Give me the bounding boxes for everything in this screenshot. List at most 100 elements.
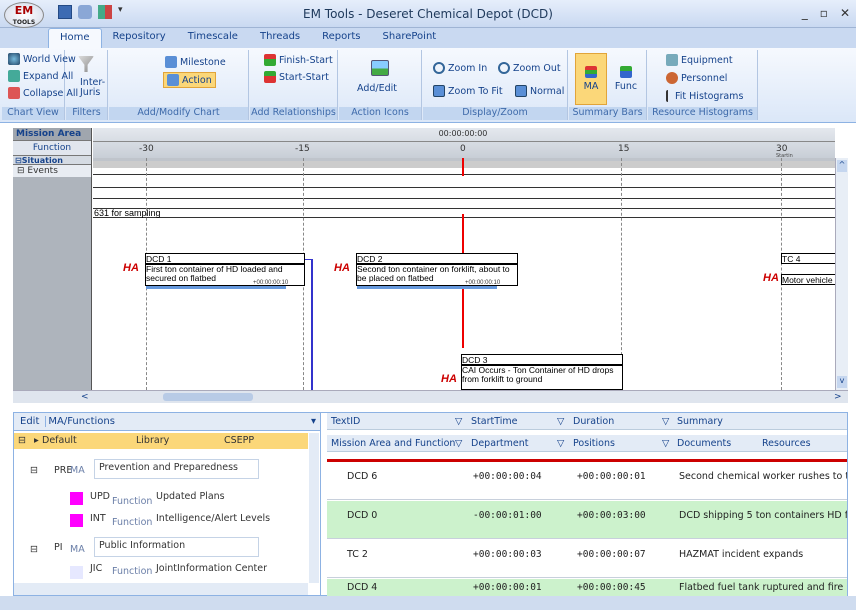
close-icon[interactable]: ✕ xyxy=(840,6,850,20)
filter-icon[interactable]: ▽ xyxy=(557,416,564,427)
table-row[interactable]: TC 2 +00:00:00:03 +00:00:00:07 HAZMAT in… xyxy=(327,540,847,578)
event-text: Motor vehicle xyxy=(782,275,833,285)
inter-juris-button[interactable]: Inter-Juris xyxy=(80,78,105,98)
event-card-dcd1-id[interactable]: DCD 1 xyxy=(145,253,305,264)
function-name[interactable]: Intelligence/Alert Levels xyxy=(156,513,270,524)
equipment-icon xyxy=(666,54,678,66)
scroll-left-icon[interactable]: < xyxy=(81,392,91,402)
milestone-icon xyxy=(165,56,177,68)
collapse-situation-icon[interactable]: ⊟ xyxy=(15,156,22,165)
tab-timescale[interactable]: Timescale xyxy=(177,28,249,48)
add-edit-button[interactable]: Add/Edit xyxy=(357,83,397,94)
events-grid: TextID ▽ StartTime ▽ Duration ▽ Summary … xyxy=(327,413,847,597)
ribbon: World View Expand All Collapse All Chart… xyxy=(0,48,856,123)
expand-icon[interactable]: ⊟ xyxy=(30,465,38,476)
function-code: UPD xyxy=(90,491,110,502)
event-card-dcd3-text[interactable]: CAI Occurs - Ton Container of HD drops f… xyxy=(461,365,623,390)
function-header[interactable]: Function xyxy=(13,141,91,156)
function-name[interactable]: Updated Plans xyxy=(156,491,225,502)
col-department[interactable]: Department xyxy=(471,438,529,449)
normal-button[interactable]: Normal xyxy=(515,85,564,97)
restore-icon[interactable]: ▫ xyxy=(820,6,828,20)
finish-start-button[interactable]: Finish-Start xyxy=(264,54,333,66)
col-resources[interactable]: Resources xyxy=(762,438,811,449)
function-code: JIC xyxy=(90,563,103,574)
filter-icon[interactable]: ▽ xyxy=(557,438,564,449)
ma-button[interactable]: MA xyxy=(575,53,607,105)
milestone-button[interactable]: Milestone xyxy=(165,56,226,68)
tab-sharepoint[interactable]: SharePoint xyxy=(372,28,448,48)
event-card-dcd2-id[interactable]: DCD 2 xyxy=(356,253,518,264)
ma-functions-dropdown[interactable]: MA/Functions xyxy=(45,416,295,427)
cell-textid: DCD 4 xyxy=(347,582,378,593)
event-id: TC 4 xyxy=(782,254,801,264)
filter-icon[interactable]: ▽ xyxy=(662,438,669,449)
collapse-events-icon[interactable]: ⊟ xyxy=(17,166,27,176)
ma-type: MA xyxy=(70,465,85,476)
mission-area-header[interactable]: Mission Area xyxy=(13,128,91,141)
group-label-action-icons: Action Icons xyxy=(339,107,421,120)
ribbon-tabs: Home Repository Timescale Threads Report… xyxy=(0,28,856,48)
progress-bar xyxy=(146,286,286,289)
zoom-out-button[interactable]: Zoom Out xyxy=(498,62,561,74)
action-button[interactable]: Action xyxy=(163,72,216,88)
equipment-button[interactable]: Equipment xyxy=(666,54,733,66)
col-textid[interactable]: TextID xyxy=(331,416,360,427)
default-row[interactable]: ⊟ ▸ Default Library CSEPP xyxy=(14,433,308,449)
col-starttime[interactable]: StartTime xyxy=(471,416,517,427)
tree-vertical-scrollbar[interactable] xyxy=(309,433,319,583)
tick-0: 0 xyxy=(460,144,466,154)
zoom-to-fit-button[interactable]: Zoom To Fit xyxy=(433,85,503,97)
event-id: DCD 1 xyxy=(146,254,172,264)
filter-icon[interactable]: ▽ xyxy=(455,416,462,427)
fit-histograms-button[interactable]: Fit Histograms xyxy=(666,90,743,102)
personnel-label: Personnel xyxy=(681,72,728,84)
expand-icon[interactable]: ⊟ xyxy=(30,544,38,555)
tab-repository[interactable]: Repository xyxy=(102,28,177,48)
chevron-down-icon[interactable]: ▾ xyxy=(311,416,316,427)
expand-icon[interactable]: ⊟ xyxy=(18,435,26,446)
tree-horizontal-scrollbar[interactable] xyxy=(14,583,308,595)
col-documents[interactable]: Documents xyxy=(677,438,731,449)
situation-row[interactable]: ⊟Situation xyxy=(13,156,91,165)
table-row[interactable]: DCD 0 -00:00:01:00 +00:00:03:00 DCD ship… xyxy=(327,501,847,539)
personnel-button[interactable]: Personnel xyxy=(666,72,727,84)
picture-icon[interactable] xyxy=(371,60,389,76)
tab-reports[interactable]: Reports xyxy=(311,28,371,48)
ma-name[interactable]: Public Information xyxy=(94,537,259,557)
func-button[interactable]: Func xyxy=(611,53,641,105)
scroll-down-icon[interactable]: v xyxy=(837,376,847,388)
scroll-up-icon[interactable]: ^ xyxy=(837,160,847,172)
col-mission-area[interactable]: Mission Area and Function xyxy=(331,438,455,449)
table-row[interactable]: DCD 6 +00:00:00:04 +00:00:00:01 Second c… xyxy=(327,462,847,500)
event-card-tc4-id[interactable]: TC 4 xyxy=(781,253,835,264)
scroll-thumb[interactable] xyxy=(163,393,253,401)
ma-label: MA xyxy=(583,81,599,92)
edit-button[interactable]: Edit xyxy=(14,416,45,427)
cell-starttime: +00:00:00:03 xyxy=(473,549,542,560)
timeline-chart[interactable]: 00:00:00:00 -30 -15 0 15 30 Startin 631 … xyxy=(93,128,835,390)
start-start-button[interactable]: Start-Start xyxy=(264,71,329,83)
event-card-dcd3-id[interactable]: DCD 3 xyxy=(461,354,623,365)
event-card-tc4-text[interactable]: Motor vehicle xyxy=(781,274,835,285)
tab-home[interactable]: Home xyxy=(48,28,102,48)
events-row[interactable]: ⊟ Events xyxy=(13,165,91,177)
col-summary[interactable]: Summary xyxy=(677,416,723,427)
zoom-in-button[interactable]: Zoom In xyxy=(433,62,487,74)
scroll-right-icon[interactable]: > xyxy=(834,392,844,402)
minimize-icon[interactable]: _ xyxy=(802,6,808,20)
ma-name[interactable]: Prevention and Preparedness xyxy=(94,459,259,479)
timeline-vertical-scrollbar[interactable]: ^ v xyxy=(835,158,848,390)
function-name[interactable]: JointInformation Center xyxy=(156,563,267,574)
tab-threads[interactable]: Threads xyxy=(249,28,311,48)
expand-all-button[interactable]: Expand All xyxy=(8,70,73,82)
col-duration[interactable]: Duration xyxy=(573,416,614,427)
col-positions[interactable]: Positions xyxy=(573,438,615,449)
zoom-in-label: Zoom In xyxy=(448,62,488,74)
filter-icon[interactable]: ▽ xyxy=(662,416,669,427)
filter-icon[interactable]: ▽ xyxy=(455,438,462,449)
filter-icon[interactable] xyxy=(78,56,94,72)
row-pointer-icon: ▸ xyxy=(34,435,39,446)
table-row[interactable]: DCD 4 +00:00:00:01 +00:00:00:45 Flatbed … xyxy=(327,579,847,597)
timeline-horizontal-scrollbar[interactable]: < > xyxy=(13,390,848,403)
